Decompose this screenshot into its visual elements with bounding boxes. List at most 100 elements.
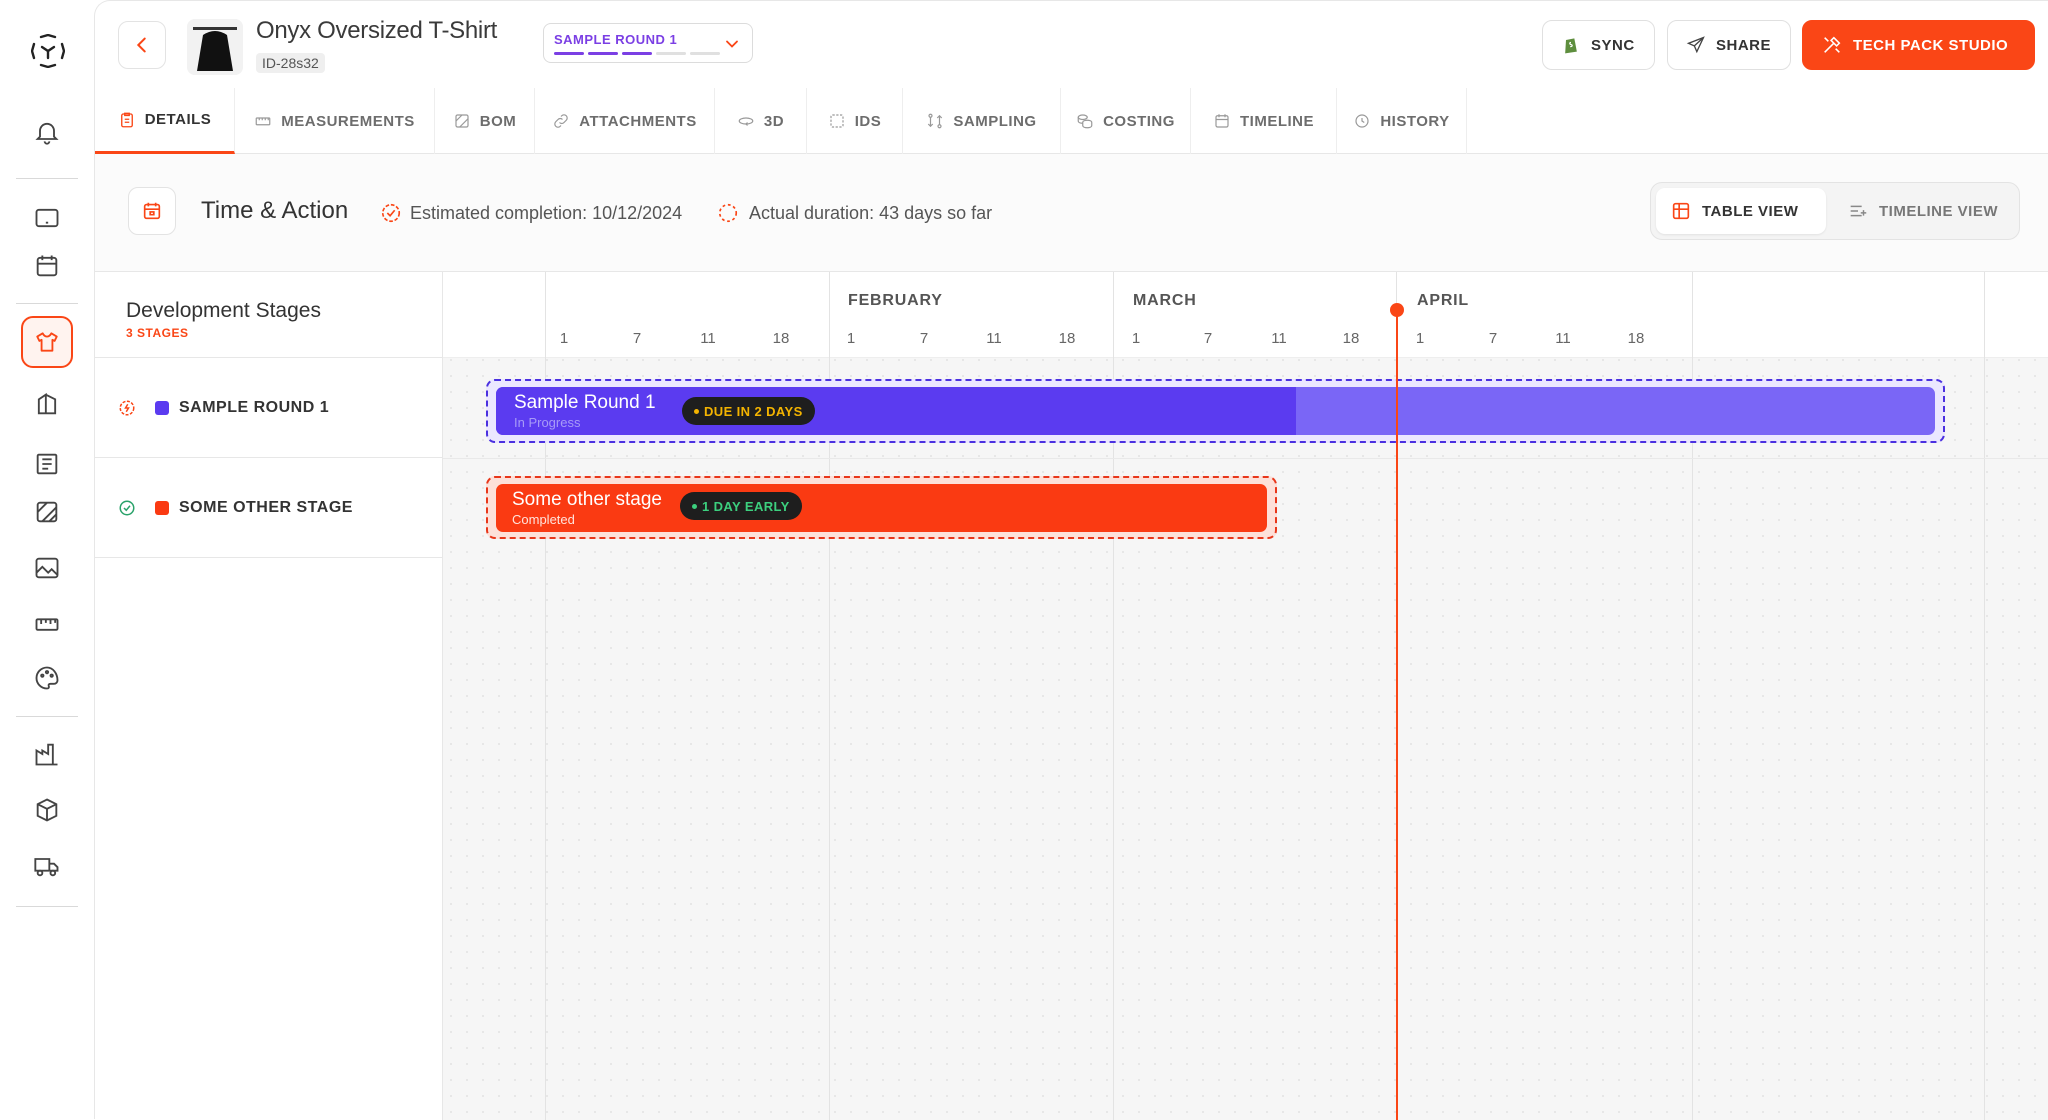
timeline-view-button[interactable]: TIMELINE VIEW [1833,188,2013,234]
timeline-grid: FEBRUARY MARCH APRIL 1 7 11 18 1 7 11 18… [443,272,2048,1120]
image-icon[interactable] [29,550,65,586]
truck-icon[interactable] [29,848,65,884]
tab-costing[interactable]: COSTING [1061,88,1191,154]
tab-label: DETAILS [144,111,212,128]
ruler-icon [255,117,271,126]
due-badge-text: DUE IN 2 DAYS [704,403,803,419]
product-thumbnail [187,19,243,75]
progress-circle-icon [718,203,738,223]
day-label: 1 [1415,330,1425,347]
tablet-icon[interactable] [29,200,65,236]
tab-bar: DETAILS MEASUREMENTS BOM ATTACHMENTS 3D … [95,88,2048,154]
calendar-nav-icon[interactable] [29,248,65,284]
calendar-icon [1215,114,1229,128]
stages-panel: Development Stages 3 STAGES SAMPLE ROUND… [95,272,443,1120]
stage-row[interactable]: SOME OTHER STAGE [95,458,443,558]
sync-button[interactable]: SYNC [1542,20,1655,70]
section-header: Time & Action Estimated completion: 10/1… [95,154,2048,272]
day-label: 7 [1203,330,1213,347]
tab-bom[interactable]: BOM [435,88,535,154]
tab-history[interactable]: HISTORY [1337,88,1467,154]
early-badge: 1 DAY EARLY [680,492,802,520]
round-progress [554,52,720,55]
document-icon[interactable] [29,446,65,482]
day-label: 18 [1627,330,1645,347]
tech-pack-studio-button[interactable]: TECH PACK STUDIO [1802,20,2035,70]
stage-name: SOME OTHER STAGE [179,499,353,516]
section-title: Time & Action [201,197,349,224]
bar-subtitle: Completed [512,512,575,527]
gantt-bar-sample-round-1[interactable]: Sample Round 1 In Progress DUE IN 2 DAYS [486,379,1945,443]
clipboard-icon [120,112,133,127]
send-icon [1686,36,1705,54]
bar-title: Some other stage [512,489,662,510]
round-selector-label: SAMPLE ROUND 1 [554,32,678,47]
tab-label: ATTACHMENTS [579,112,697,130]
check-circle-icon [119,500,135,516]
tab-label: MEASUREMENTS [281,112,415,130]
day-label: 18 [1342,330,1360,347]
product-title: Onyx Oversized T-Shirt [256,17,498,44]
nav-rail [0,0,94,1119]
scan-icon [830,114,844,128]
today-marker-dot [1390,303,1404,317]
check-badge-icon [381,203,401,223]
tab-label: 3D [763,112,785,130]
back-button[interactable] [118,21,166,69]
tools-icon [1824,36,1841,53]
bell-icon[interactable] [29,114,65,150]
stage-color-swatch [155,401,169,415]
tab-measurements[interactable]: MEASUREMENTS [235,88,435,154]
tab-label: IDS [854,112,882,130]
stage-color-swatch [155,501,169,515]
timeline-view-label: TIMELINE VIEW [1879,202,1998,220]
sync-label: SYNC [1591,36,1635,54]
coins-icon [1077,114,1093,129]
day-label: 18 [1058,330,1076,347]
shopify-icon [1565,38,1577,54]
actual-duration: Actual duration: 43 days so far [717,202,992,224]
day-label: 11 [1271,330,1287,347]
timeline-header: FEBRUARY MARCH APRIL 1 7 11 18 1 7 11 18… [443,272,2048,358]
app-logo-icon[interactable] [30,33,66,69]
3d-rotate-icon [738,117,754,126]
today-marker-line [1396,309,1398,1120]
stage-name: SAMPLE ROUND 1 [179,399,330,416]
tshirt-icon[interactable] [21,316,73,368]
tab-timeline[interactable]: TIMELINE [1191,88,1337,154]
day-label: 1 [559,330,569,347]
tab-label: TIMELINE [1240,112,1314,130]
fabric-icon[interactable] [29,494,65,530]
ruler-nav-icon[interactable] [29,606,65,642]
share-label: SHARE [1716,36,1772,54]
box-icon[interactable] [29,792,65,828]
day-label: 7 [919,330,929,347]
month-label: APRIL [1417,292,1469,309]
day-label: 7 [1488,330,1498,347]
tab-ids[interactable]: IDS [807,88,903,154]
actual-duration-text: Actual duration: 43 days so far [749,202,993,223]
factory-icon[interactable] [29,736,65,772]
layers-icon [455,114,469,128]
gantt-bar-some-other-stage[interactable]: Some other stage Completed 1 DAY EARLY [486,476,1277,539]
stage-row[interactable]: SAMPLE ROUND 1 [95,358,443,458]
palette-icon[interactable] [29,660,65,696]
round-selector[interactable]: SAMPLE ROUND 1 [543,23,753,63]
pattern-icon[interactable] [29,386,65,422]
in-progress-icon [119,400,135,416]
stages-title: Development Stages [126,299,321,322]
tab-attachments[interactable]: ATTACHMENTS [535,88,715,154]
stages-count: 3 STAGES [126,326,189,340]
table-icon [1672,202,1690,220]
estimated-completion-text: Estimated completion: 10/12/2024 [410,202,683,223]
table-view-button[interactable]: TABLE VIEW [1656,188,1826,234]
main-panel: Onyx Oversized T-Shirt ID-28s32 SAMPLE R… [94,0,2048,1120]
stages-header: Development Stages 3 STAGES [95,272,443,358]
tab-sampling[interactable]: SAMPLING [903,88,1061,154]
calendar-badge-icon [128,187,176,235]
tab-details[interactable]: DETAILS [95,88,235,154]
timeline-list-icon [1850,205,1867,217]
estimated-completion: Estimated completion: 10/12/2024 [380,202,682,224]
tab-3d[interactable]: 3D [715,88,807,154]
share-button[interactable]: SHARE [1667,20,1791,70]
